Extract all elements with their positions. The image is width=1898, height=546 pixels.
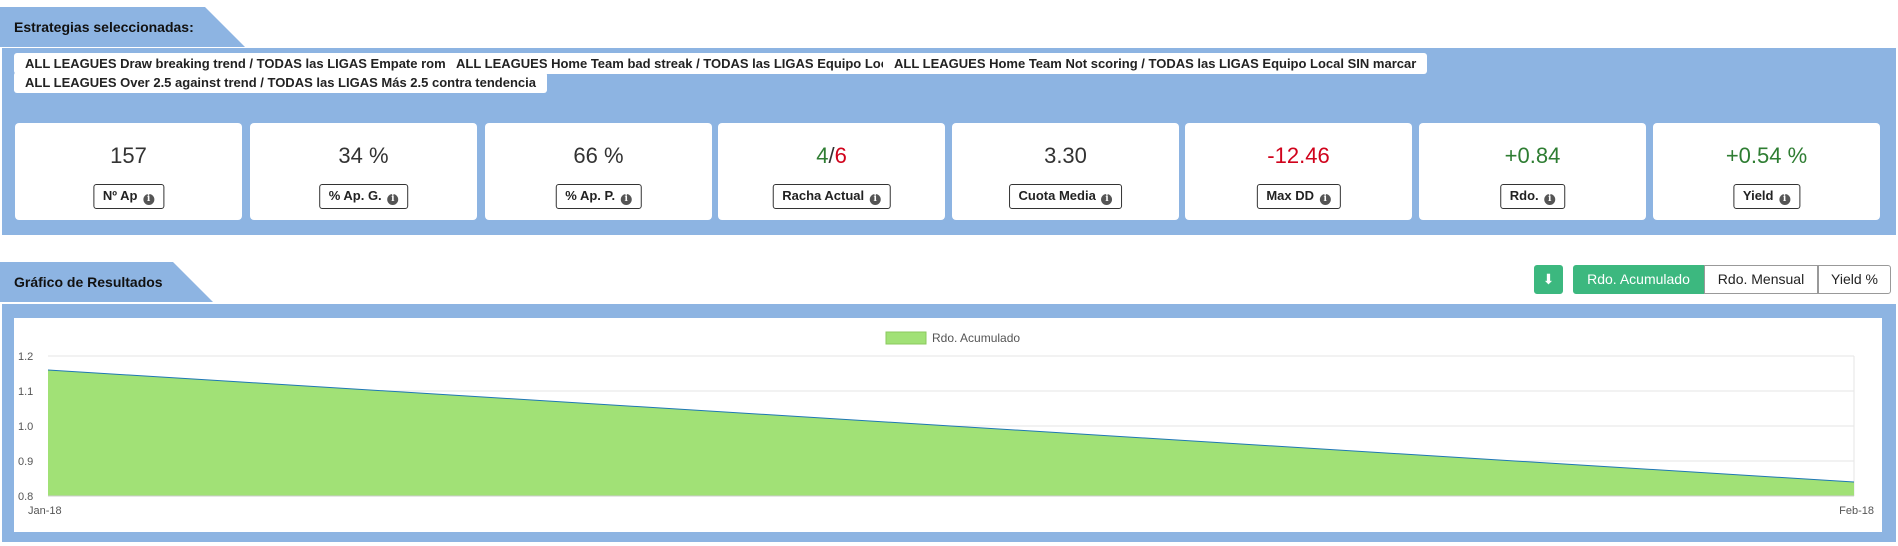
stat-card-n-ap: 157 Nº Ap i (15, 123, 242, 220)
rdo-mensual-button[interactable]: Rdo. Mensual (1704, 265, 1818, 294)
stat-label-button[interactable]: Rdo. i (1499, 184, 1566, 209)
strategy-chip[interactable]: ALL LEAGUES Home Team Not scoring / TODA… (883, 53, 1428, 74)
stat-value: 157 (110, 143, 147, 168)
stat-value: 4/6 (816, 143, 847, 168)
stat-value: 3.30 (1044, 143, 1087, 168)
chart-section-title: Gráfico de Resultados (14, 274, 163, 290)
y-tick-label: 0.8 (18, 491, 33, 503)
stat-label-button[interactable]: Cuota Media i (1008, 184, 1123, 209)
stat-card-ap-p: 66 % % Ap. P. i (485, 123, 712, 220)
info-icon[interactable]: i (869, 194, 881, 205)
y-tick-label: 1.1 (18, 386, 33, 398)
results-chart: 0.8 0.9 1.0 1.1 1.2 Jan-18 Feb-18 Rdo. Acumulad… (18, 331, 1874, 517)
stat-label-button[interactable]: Nº Ap i (92, 184, 165, 209)
download-icon: ⬇ (1542, 271, 1555, 287)
chart-section-tab: Gráfico de Resultados (0, 262, 213, 302)
stat-value: 66 % (573, 143, 624, 168)
stat-label-button[interactable]: Yield i (1732, 184, 1801, 209)
stat-label-button[interactable]: % Ap. P. i (555, 184, 642, 209)
info-icon[interactable]: i (387, 194, 399, 205)
strategies-section-tab: Estrategias seleccionadas: (0, 7, 245, 47)
stat-card-cuota-media: 3.30 Cuota Media i (952, 123, 1179, 220)
legend-label: Rdo. Acumulado (932, 331, 1020, 345)
stat-label-button[interactable]: % Ap. G. i (318, 184, 409, 209)
legend-swatch (885, 331, 927, 345)
series-area (48, 370, 1854, 496)
yield-button[interactable]: Yield % (1818, 265, 1891, 294)
stat-label-button[interactable]: Racha Actual i (772, 184, 891, 209)
stat-label-button[interactable]: Max DD i (1256, 184, 1341, 209)
info-icon[interactable]: i (143, 194, 155, 205)
stat-value: -12.46 (1267, 143, 1330, 168)
stat-card-rdo: +0.84 Rdo. i (1419, 123, 1646, 220)
y-tick-label: 1.2 (18, 351, 33, 363)
strategies-panel: ALL LEAGUES Draw breaking trend / TODAS … (2, 48, 1896, 235)
x-tick-label: Feb-18 (1839, 505, 1874, 517)
stat-card-yield: +0.54 % Yield i (1653, 123, 1880, 220)
stat-card-racha-actual: 4/6 Racha Actual i (718, 123, 945, 220)
download-button[interactable]: ⬇ (1534, 265, 1563, 294)
rdo-acumulado-button[interactable]: Rdo. Acumulado (1573, 265, 1704, 294)
info-icon[interactable]: i (1101, 194, 1113, 205)
stat-card-ap-g: 34 % % Ap. G. i (250, 123, 477, 220)
racha-wins: 4 (816, 143, 829, 168)
stat-value: 34 % (338, 143, 389, 168)
chart-container: 0.8 0.9 1.0 1.1 1.2 Jan-18 Feb-18 Rdo. Acumulad… (14, 318, 1882, 532)
y-tick-label: 1.0 (18, 421, 33, 433)
stat-card-max-dd: -12.46 Max DD i (1185, 123, 1412, 220)
info-icon[interactable]: i (1544, 194, 1556, 205)
info-icon[interactable]: i (1319, 194, 1331, 205)
x-tick-label: Jan-18 (28, 505, 62, 517)
info-icon[interactable]: i (620, 194, 632, 205)
strategies-title: Estrategias seleccionadas: (14, 19, 194, 35)
racha-losses: 6 (834, 143, 847, 168)
stat-value: +0.84 (1504, 143, 1561, 168)
stat-value: +0.54 % (1725, 143, 1808, 168)
strategy-chip[interactable]: ALL LEAGUES Over 2.5 against trend / TOD… (14, 72, 547, 93)
info-icon[interactable]: i (1779, 194, 1791, 205)
y-tick-label: 0.9 (18, 456, 33, 468)
